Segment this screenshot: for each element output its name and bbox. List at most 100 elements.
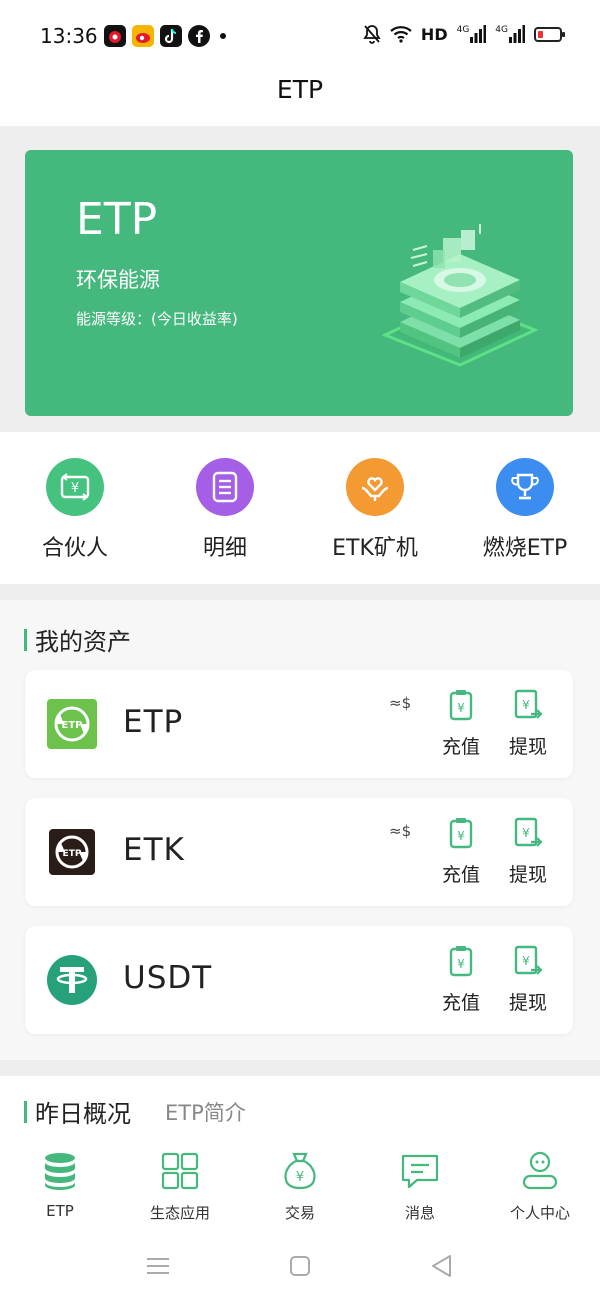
energy-platform-illustration (381, 224, 539, 367)
asset-approx-etk: ≈$ (389, 822, 412, 840)
svg-text:ETP: ETP (63, 849, 82, 859)
status-indicators: HD 4G 4G (363, 24, 565, 44)
banner-subtitle: 环保能源 (76, 268, 160, 292)
banner-description: 能源等级：(今日收益率) (76, 310, 238, 328)
withdraw-label-etk: 提现 (508, 864, 547, 886)
section-accent-bar (24, 1100, 27, 1123)
withdraw-icon: ¥ (514, 689, 543, 719)
withdraw-icon: ¥ (514, 817, 543, 847)
page-title: ETP (276, 75, 324, 104)
deposit-label-etk: 充值 (441, 864, 480, 886)
tab-ecosystem[interactable]: 生态应用 (120, 1150, 240, 1223)
tab-label-trade: 交易 (284, 1204, 315, 1222)
wifi-icon (390, 26, 412, 43)
deposit-label-etp: 充值 (441, 736, 480, 758)
status-time: 13:36 (40, 24, 98, 48)
overview-section: 昨日概况 ETP简介 (0, 1076, 600, 1136)
withdraw-button-etk[interactable]: ¥ 提现 (503, 816, 553, 887)
tab-label-etp: ETP (46, 1202, 74, 1220)
tab-profile[interactable]: 个人中心 (480, 1150, 600, 1223)
document-list-icon (196, 458, 254, 516)
back-icon[interactable] (428, 1252, 456, 1280)
svg-text:¥: ¥ (457, 957, 465, 971)
quick-item-details[interactable]: 明细 (150, 458, 300, 562)
quick-item-etk-miner[interactable]: ETK矿机 (300, 458, 450, 562)
withdraw-label-etp: 提现 (508, 736, 547, 758)
status-bar: 13:36 HD 4G 4G (0, 0, 600, 72)
withdraw-label-usdt: 提现 (508, 992, 547, 1014)
trophy-icon (496, 458, 554, 516)
divider (0, 1060, 600, 1076)
my-assets-section: 我的资产 ETP ETP ≈$ ¥ 充值 ¥ 提现 ETP ETK ≈$ ¥ 充… (0, 600, 600, 1060)
system-nav-bar (0, 1232, 600, 1300)
quick-label-burn-etp: 燃烧ETP (482, 536, 568, 561)
svg-text:¥: ¥ (522, 954, 530, 968)
home-icon[interactable] (286, 1252, 314, 1280)
deposit-icon: ¥ (449, 690, 473, 721)
assets-title: 我的资产 (35, 628, 131, 656)
usdt-logo-icon (47, 955, 97, 1005)
bottom-tab-bar: ETP 生态应用 ¥ 交易 消息 个人中心 (0, 1136, 600, 1232)
deposit-label-usdt: 充值 (441, 992, 480, 1014)
deposit-button-usdt[interactable]: ¥ 充值 (436, 944, 486, 1015)
deposit-button-etp[interactable]: ¥ 充值 (436, 688, 486, 759)
overview-title: 昨日概况 (35, 1100, 131, 1128)
etp-logo-icon: ETP (47, 699, 97, 749)
banner-title: ETP (76, 194, 158, 245)
exchange-yen-icon: ¥ (46, 458, 104, 516)
user-icon (522, 1151, 558, 1190)
notification-dot-icon (220, 33, 226, 39)
section-accent-bar (24, 628, 27, 651)
quick-label-etk-miner: ETK矿机 (332, 536, 418, 561)
banner-section: ETP 环保能源 能源等级：(今日收益率) (0, 126, 600, 432)
svg-text:¥: ¥ (296, 1170, 304, 1185)
tiktok-app-icon (160, 25, 182, 47)
deposit-button-etk[interactable]: ¥ 充值 (436, 816, 486, 887)
svg-text:¥: ¥ (71, 481, 79, 496)
quick-label-details: 明细 (202, 536, 247, 561)
sina-app-icon (104, 25, 126, 47)
menu-icon[interactable] (144, 1252, 172, 1280)
network-label: HD (420, 24, 448, 44)
signal-2: 4G (495, 25, 525, 43)
tab-trade[interactable]: ¥ 交易 (240, 1150, 360, 1223)
grid-apps-icon (161, 1152, 199, 1190)
asset-card-usdt[interactable]: USDT ¥ 充值 ¥ 提现 (25, 926, 573, 1034)
asset-approx-etp: ≈$ (389, 694, 412, 712)
svg-text:¥: ¥ (457, 701, 465, 715)
svg-text:ETP: ETP (62, 720, 83, 731)
status-app-icons (104, 25, 226, 47)
svg-text:¥: ¥ (457, 829, 465, 843)
svg-text:¥: ¥ (522, 698, 530, 712)
battery-icon (534, 26, 565, 42)
database-icon (45, 1153, 75, 1190)
tab-messages[interactable]: 消息 (360, 1150, 480, 1223)
etk-logo-icon: ETP (49, 829, 95, 875)
page-header: ETP (0, 72, 600, 126)
facebook-app-icon (188, 25, 210, 47)
asset-name-etk: ETK (123, 832, 185, 868)
quick-item-partner[interactable]: ¥ 合伙人 (0, 458, 150, 562)
etp-intro-link[interactable]: ETP简介 (165, 1097, 246, 1127)
asset-name-usdt: USDT (123, 960, 213, 996)
withdraw-icon: ¥ (514, 945, 543, 975)
message-icon (401, 1154, 439, 1189)
deposit-icon: ¥ (449, 818, 473, 849)
tab-label-messages: 消息 (404, 1204, 435, 1222)
tab-label-ecosystem: 生态应用 (149, 1204, 210, 1222)
withdraw-button-etp[interactable]: ¥ 提现 (503, 688, 553, 759)
assets-header: 我的资产 (24, 622, 131, 657)
deposit-icon: ¥ (449, 946, 473, 977)
weibo-app-icon (132, 25, 154, 47)
quick-item-burn-etp[interactable]: 燃烧ETP (450, 458, 600, 562)
money-bag-icon: ¥ (284, 1152, 316, 1190)
withdraw-button-usdt[interactable]: ¥ 提现 (503, 944, 553, 1015)
banner-card[interactable]: ETP 环保能源 能源等级：(今日收益率) (25, 150, 573, 416)
quick-label-partner: 合伙人 (41, 536, 108, 561)
heart-hands-icon (346, 458, 404, 516)
tab-etp[interactable]: ETP (0, 1150, 120, 1220)
overview-header: 昨日概况 ETP简介 (24, 1094, 246, 1129)
asset-card-etk[interactable]: ETP ETK ≈$ ¥ 充值 ¥ 提现 (25, 798, 573, 906)
svg-text:¥: ¥ (522, 826, 530, 840)
asset-card-etp[interactable]: ETP ETP ≈$ ¥ 充值 ¥ 提现 (25, 670, 573, 778)
